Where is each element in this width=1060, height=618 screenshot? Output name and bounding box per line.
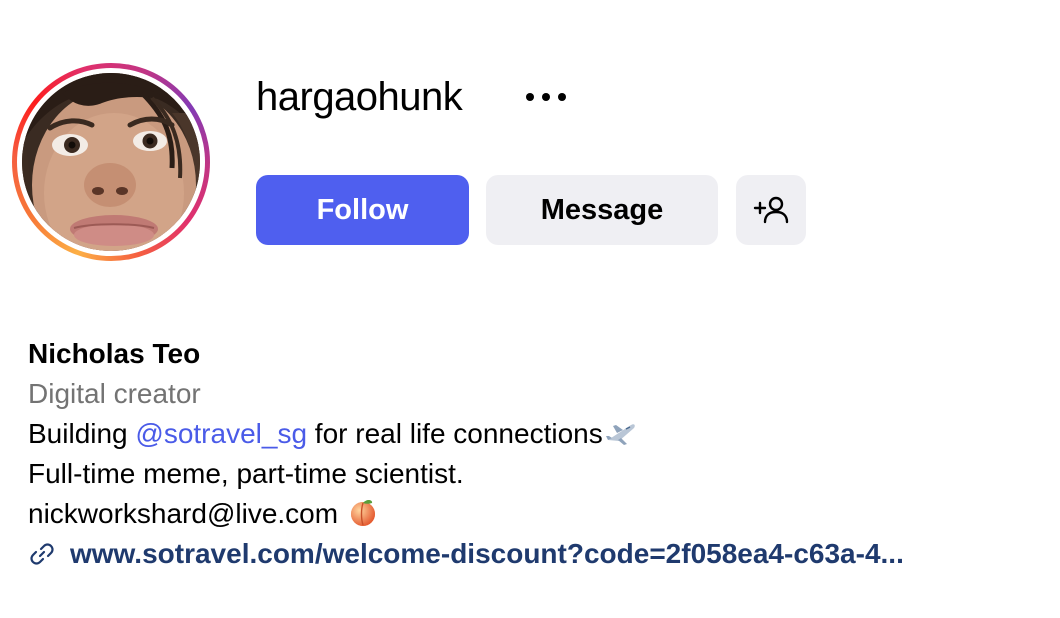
- category-label: Digital creator: [28, 378, 201, 409]
- avatar-story-ring[interactable]: [12, 63, 210, 261]
- email-text: nickworkshard@live.com: [28, 498, 346, 529]
- more-options-button[interactable]: [518, 80, 574, 114]
- bio-text: for real life connections: [307, 418, 603, 449]
- bio-line-email: nickworkshard@live.com: [28, 494, 1053, 534]
- bio-text: Building: [28, 418, 136, 449]
- full-name: Nicholas Teo: [28, 338, 201, 369]
- message-button[interactable]: Message: [486, 175, 718, 245]
- suggested-accounts-button[interactable]: [736, 175, 806, 245]
- bio-link-row[interactable]: www.sotravel.com/welcome-discount?code=2…: [28, 534, 1053, 574]
- add-person-icon: [753, 196, 789, 224]
- airplane-emoji: [605, 424, 635, 445]
- more-horizontal-icon: [526, 93, 566, 101]
- bio-line-tagline: Full-time meme, part-time scientist.: [28, 458, 464, 489]
- link-icon: [30, 543, 54, 565]
- external-link[interactable]: www.sotravel.com/welcome-discount?code=2…: [70, 534, 904, 574]
- follow-button[interactable]: Follow: [256, 175, 469, 245]
- avatar[interactable]: [22, 73, 200, 251]
- profile-username: hargaohunk: [256, 75, 463, 119]
- profile-photo: [22, 73, 200, 251]
- profile-bio: Nicholas Teo Digital creator Building @s…: [28, 334, 1053, 574]
- peach-emoji: [350, 499, 375, 526]
- bio-line-building: Building @sotravel_sg for real life conn…: [28, 414, 1053, 454]
- mention-link[interactable]: @sotravel_sg: [135, 418, 307, 449]
